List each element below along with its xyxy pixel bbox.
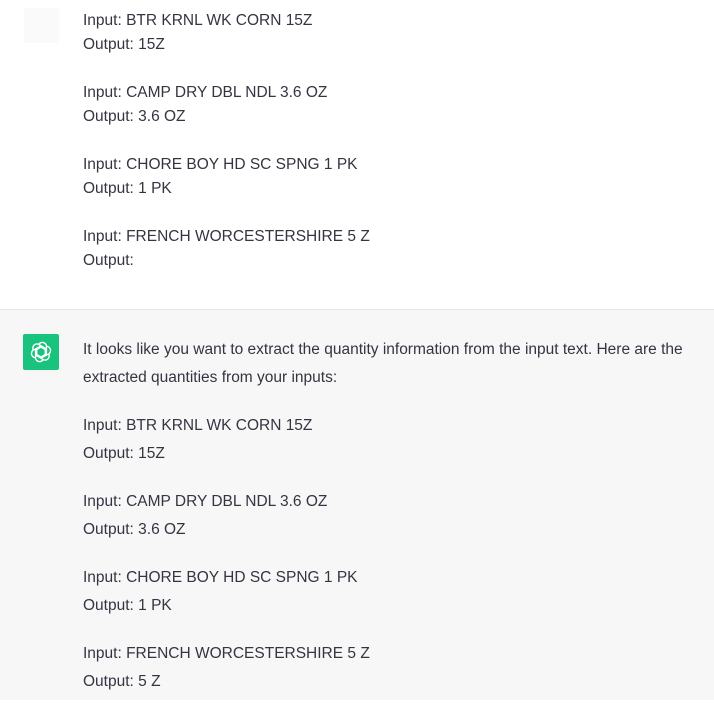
assistant-input-1: Input: BTR KRNL WK CORN 15Z [83,417,313,434]
assistant-pair-4: Input: FRENCH WORCESTERSHIRE 5 Z Output:… [83,640,713,696]
assistant-output-2: Output: 3.6 OZ [83,521,186,538]
assistant-input-2: Input: CAMP DRY DBL NDL 3.6 OZ [83,493,328,510]
user-pair-2: Input: CAMP DRY DBL NDL 3.6 OZ Output: 3… [83,81,370,129]
user-message-block: Input: BTR KRNL WK CORN 15Z Output: 15Z … [0,0,714,310]
assistant-message-block: It looks like you want to extract the qu… [0,310,714,700]
user-output-2: Output: 3.6 OZ [83,108,186,125]
user-pair-3: Input: CHORE BOY HD SC SPNG 1 PK Output:… [83,153,370,201]
user-output-1: Output: 15Z [83,36,165,53]
user-input-2: Input: CAMP DRY DBL NDL 3.6 OZ [83,84,328,101]
assistant-intro: It looks like you want to extract the qu… [83,341,683,386]
user-input-4: Input: FRENCH WORCESTERSHIRE 5 Z [83,228,370,245]
openai-logo-icon [23,334,59,370]
user-pair-4: Input: FRENCH WORCESTERSHIRE 5 Z Output: [83,225,370,273]
user-avatar [24,8,59,43]
user-input-3: Input: CHORE BOY HD SC SPNG 1 PK [83,156,358,173]
assistant-output-4: Output: 5 Z [83,673,161,690]
assistant-input-3: Input: CHORE BOY HD SC SPNG 1 PK [83,569,358,586]
assistant-pair-2: Input: CAMP DRY DBL NDL 3.6 OZ Output: 3… [83,488,713,544]
assistant-pair-1: Input: BTR KRNL WK CORN 15Z Output: 15Z [83,412,713,468]
user-output-4: Output: [83,252,134,269]
assistant-input-4: Input: FRENCH WORCESTERSHIRE 5 Z [83,645,370,662]
user-output-3: Output: 1 PK [83,180,172,197]
assistant-output-1: Output: 15Z [83,445,165,462]
user-pair-1: Input: BTR KRNL WK CORN 15Z Output: 15Z [83,9,370,57]
assistant-pair-3: Input: CHORE BOY HD SC SPNG 1 PK Output:… [83,564,713,620]
user-message-text: Input: BTR KRNL WK CORN 15Z Output: 15Z … [83,9,370,297]
user-input-1: Input: BTR KRNL WK CORN 15Z [83,12,313,29]
assistant-output-3: Output: 1 PK [83,597,172,614]
assistant-message-text: It looks like you want to extract the qu… [83,336,713,716]
